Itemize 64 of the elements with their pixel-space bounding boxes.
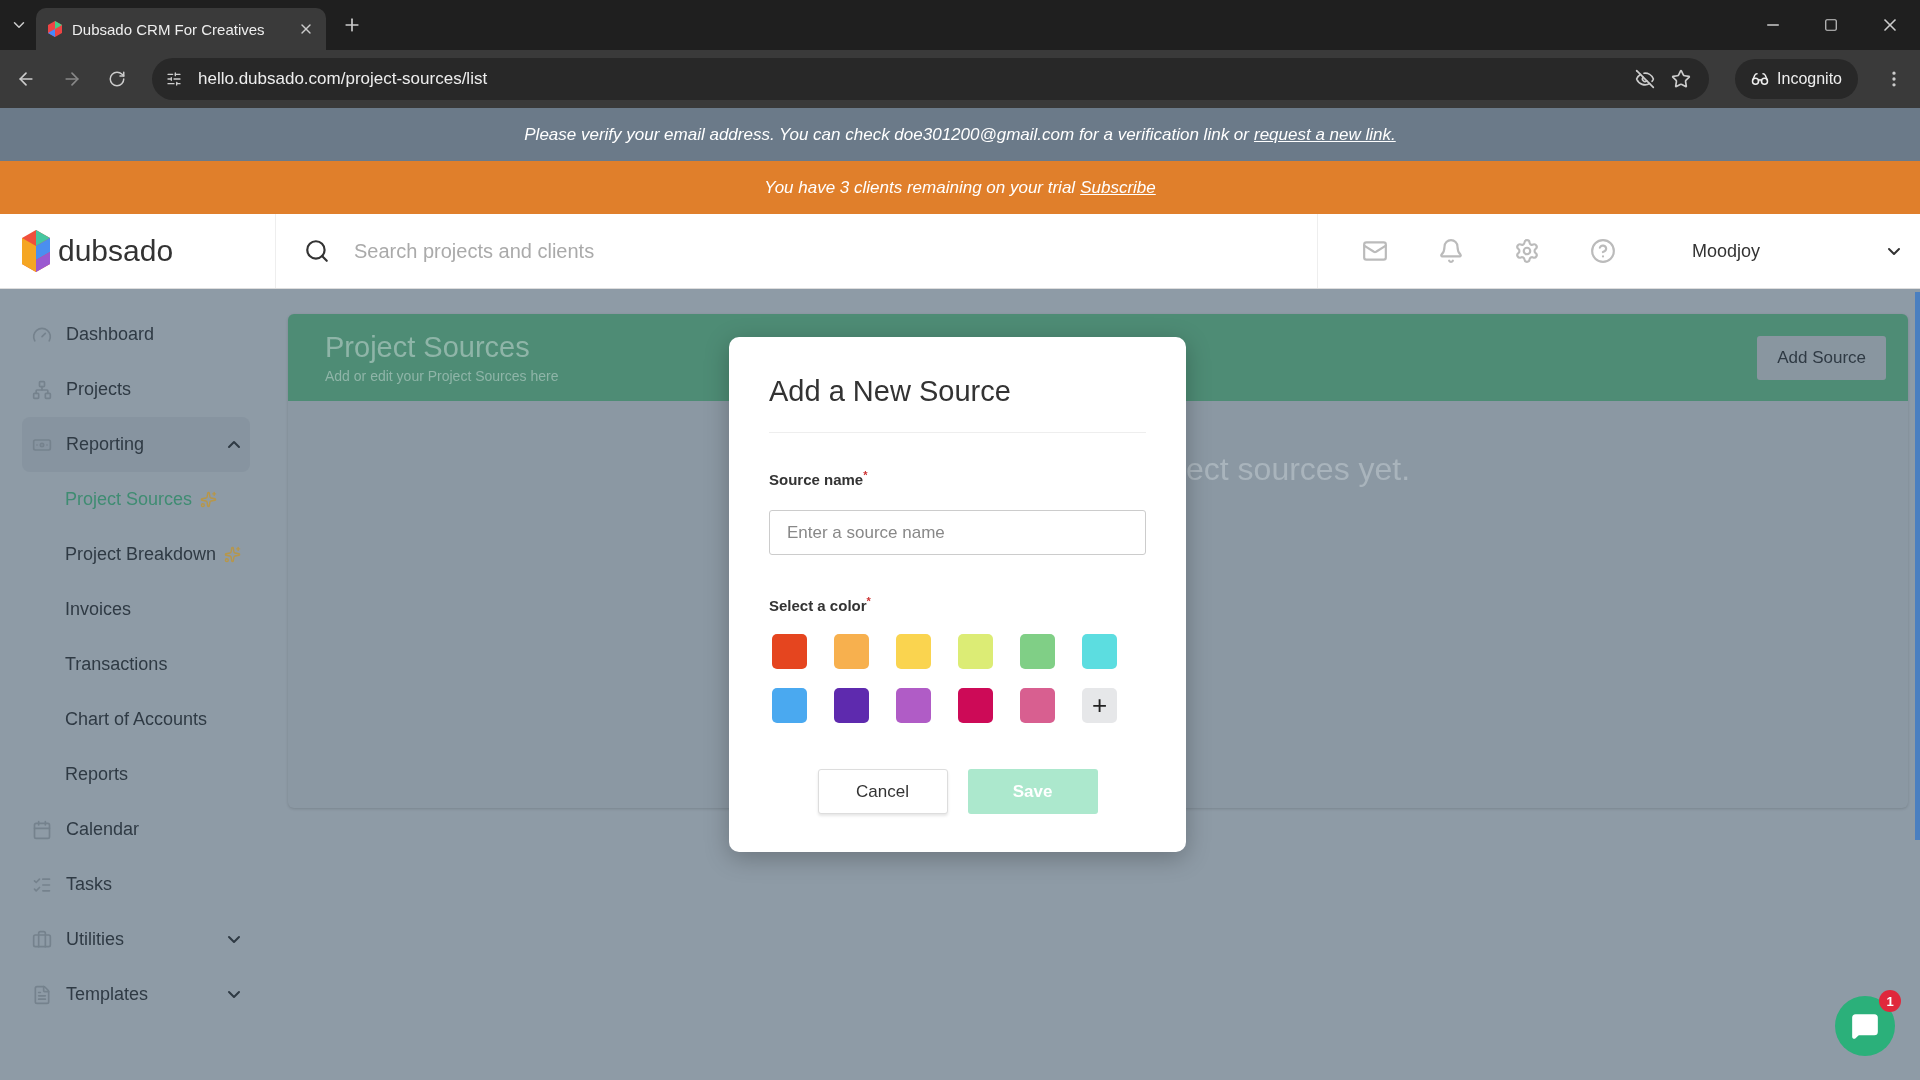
search-icon (304, 238, 330, 264)
modal-title: Add a New Source (769, 375, 1146, 433)
notification-badge: 1 (1879, 990, 1901, 1012)
eye-off-icon[interactable] (1635, 69, 1656, 89)
color-swatch[interactable] (1020, 688, 1055, 723)
address-bar[interactable]: hello.dubsado.com/project-sources/list (152, 58, 1710, 100)
color-swatch[interactable] (1082, 634, 1117, 669)
sidebar-subitem[interactable]: Invoices (0, 582, 280, 637)
calendar-icon (32, 819, 52, 840)
scrollbar[interactable] (1915, 292, 1920, 840)
logo-icon (48, 21, 62, 37)
request-link[interactable]: request a new link. (1253, 124, 1396, 145)
sidebar-subitem[interactable]: Project Breakdown (0, 527, 280, 582)
sidebar-subitem[interactable]: Chart of Accounts (0, 692, 280, 747)
document-icon (32, 984, 52, 1005)
chat-button[interactable] (1835, 996, 1895, 1056)
briefcase-icon (32, 929, 52, 950)
color-swatch[interactable] (834, 688, 869, 723)
field-label: Source name$^{*}$ (769, 469, 869, 488)
color-swatch[interactable] (896, 688, 931, 723)
chevron-icon (228, 936, 240, 943)
color-swatch[interactable] (958, 688, 993, 723)
chevron-icon (1888, 247, 1900, 255)
settings-icon[interactable] (1514, 238, 1540, 264)
add-color-button[interactable]: + (1082, 688, 1117, 723)
input-field[interactable]: Enter a source name (769, 510, 1146, 555)
banner-text: Please verify your email address. You can check doe301200@gmail.com for a verification link or (524, 124, 1249, 145)
cancel-button[interactable]: Cancel (817, 769, 948, 814)
sidebar-subitem[interactable]: Reports (0, 747, 280, 802)
add-source-button[interactable]: Add Source (1757, 335, 1886, 380)
sidebar-item[interactable]: Projects (22, 362, 250, 417)
color-swatch[interactable] (772, 634, 807, 669)
sidebar-item[interactable]: Calendar (22, 802, 250, 857)
chevron-icon (228, 441, 240, 448)
sidebar-item[interactable]: Tasks (22, 857, 250, 912)
sidebar-subitem[interactable]: Transactions (0, 637, 280, 692)
sidebar-item[interactable]: Templates (22, 967, 250, 1022)
subscribe-link[interactable]: Subscribe (1080, 177, 1156, 198)
field-label: Select a color$^{*}$ (769, 595, 872, 614)
sidebar-item[interactable]: Utilities (22, 912, 250, 967)
bell-icon[interactable] (1438, 238, 1464, 264)
banner-text: You have 3 clients remaining on your trial (764, 177, 1076, 198)
color-swatch[interactable] (958, 634, 993, 669)
user-menu[interactable]: Moodjoy (1660, 240, 1920, 262)
browser-tab[interactable]: Dubsado CRM For Creatives (36, 8, 326, 50)
color-swatch[interactable] (1020, 634, 1055, 669)
color-swatch[interactable] (772, 688, 807, 723)
chat-icon (1851, 1012, 1879, 1040)
sidebar-item[interactable]: Reporting (22, 417, 250, 472)
chevron-icon (228, 991, 240, 998)
star-icon[interactable] (1671, 69, 1692, 89)
reload-icon[interactable] (108, 70, 126, 88)
help-icon[interactable] (1590, 238, 1616, 264)
logo-icon (22, 230, 50, 272)
color-swatch[interactable] (896, 634, 931, 669)
page-title: Project Sources (325, 331, 531, 364)
site-settings-icon[interactable] (166, 71, 182, 87)
mail-icon[interactable] (1362, 238, 1388, 264)
page-subtitle: Add or edit your Project Sources here (325, 368, 559, 384)
sidebar-item[interactable]: Dashboard (22, 307, 250, 362)
logo-text[interactable]: dubsado (58, 234, 174, 268)
color-swatch[interactable] (834, 634, 869, 669)
network-icon (32, 379, 52, 400)
incognito-badge[interactable]: Incognito (1735, 59, 1858, 99)
